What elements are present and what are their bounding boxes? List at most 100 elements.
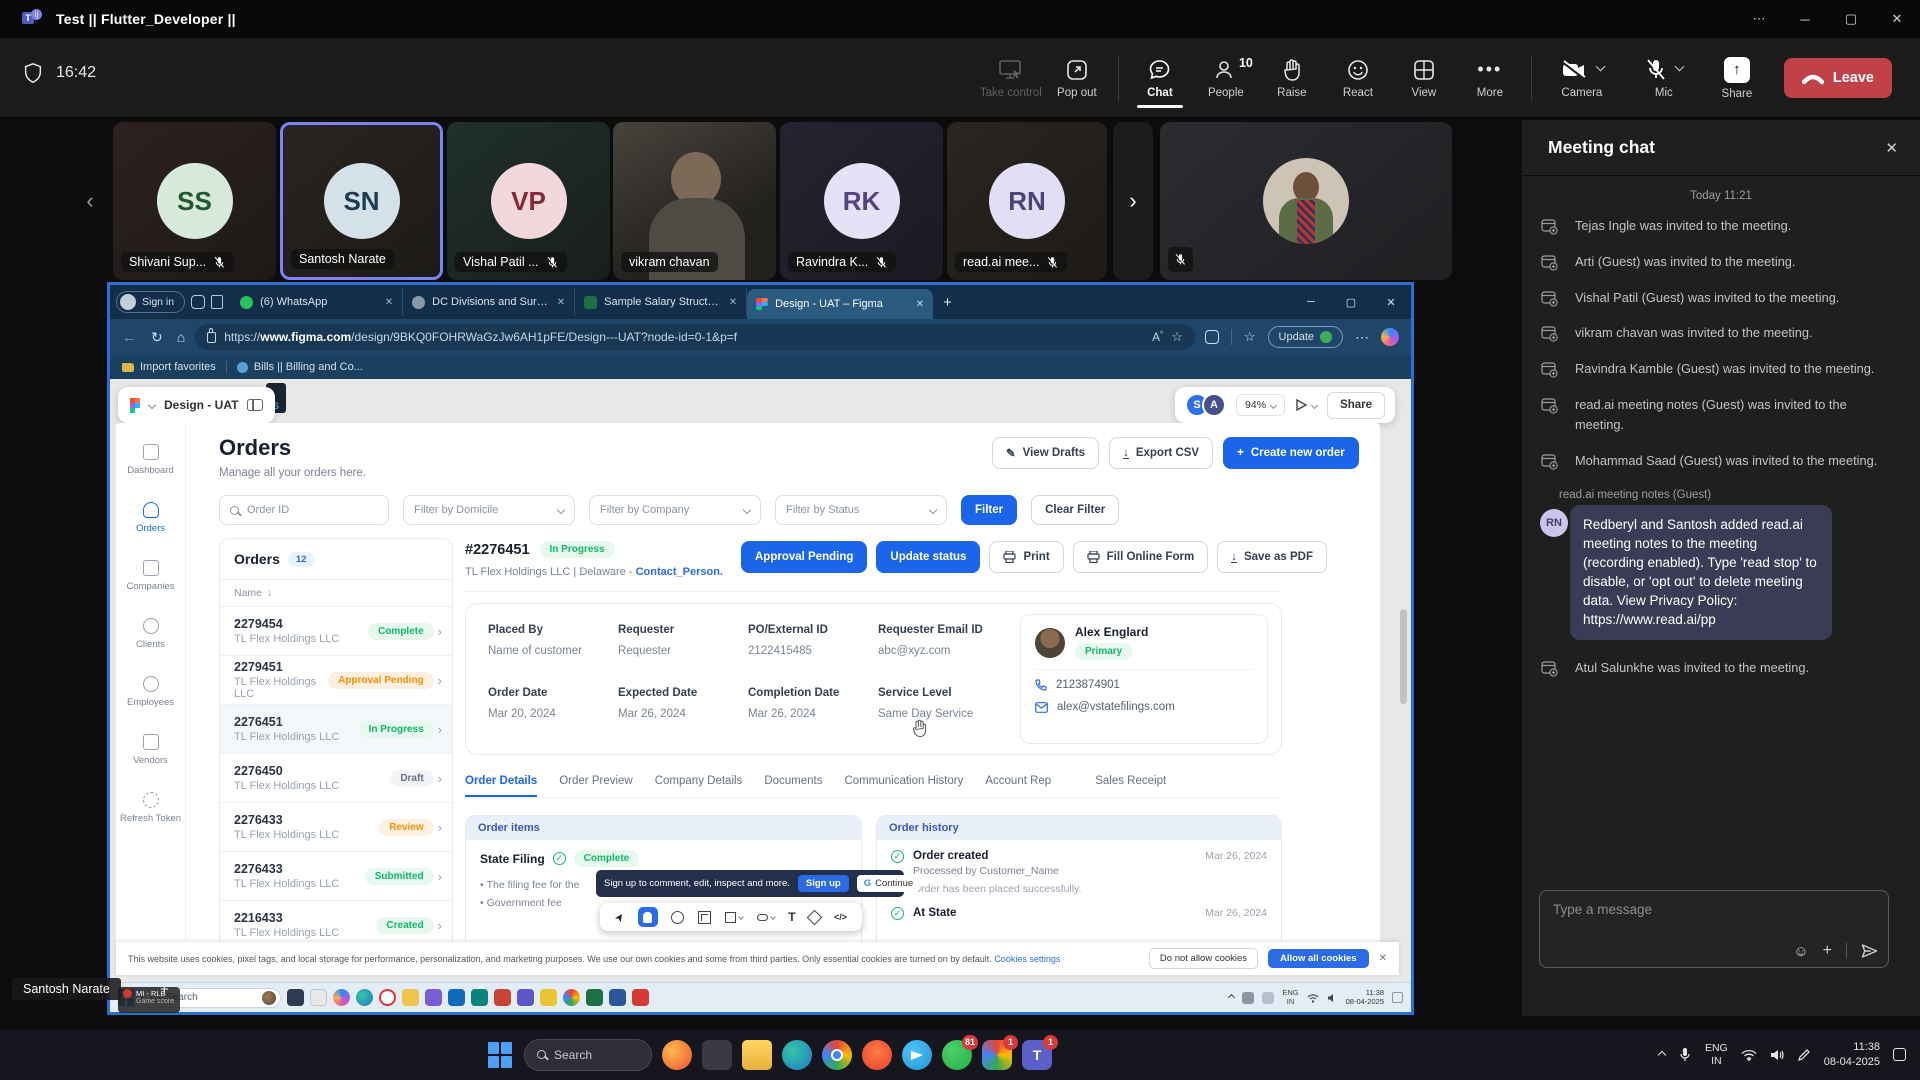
whatsapp-icon[interactable]: 81 bbox=[942, 1040, 972, 1070]
order-row[interactable]: 2276450TL Flex Holdings LLC Draft › bbox=[220, 753, 452, 802]
spotlight-tile[interactable] bbox=[1160, 122, 1452, 280]
tab-order-details[interactable]: Order Details bbox=[465, 775, 537, 797]
shared-chrome-icon[interactable] bbox=[563, 989, 580, 1006]
notification-center-icon[interactable] bbox=[1893, 1048, 1906, 1061]
tab-order-preview[interactable]: Order Preview bbox=[559, 775, 633, 797]
shared-defender-icon[interactable] bbox=[494, 989, 511, 1006]
vertical-tabs-icon[interactable] bbox=[211, 295, 223, 309]
order-row[interactable]: 2276433TL Flex Holdings LLC Review › bbox=[220, 802, 452, 851]
collections-icon[interactable]: ☆ bbox=[1244, 329, 1256, 345]
browser-restore-icon[interactable]: ▢ bbox=[1331, 296, 1371, 309]
shared-app-icon[interactable] bbox=[287, 989, 304, 1006]
address-bar[interactable]: https://www.figma.com/design/9BKQ0FOHRWa… bbox=[195, 324, 1195, 350]
figma-file-name[interactable]: Design - UAT bbox=[164, 398, 238, 412]
close-icon[interactable]: ✕ bbox=[1874, 0, 1920, 38]
browser-close-icon[interactable]: ✕ bbox=[1371, 296, 1411, 309]
collaborator-avatar[interactable]: A bbox=[1202, 393, 1226, 417]
tab-sales-receipt[interactable]: Sales Receipt bbox=[1095, 775, 1166, 797]
copilot-icon[interactable] bbox=[1381, 328, 1399, 346]
game-score-overlay[interactable]: MI - RLB Game score bbox=[118, 987, 180, 1013]
sidebar-item-refresh-token[interactable]: Refresh Token bbox=[116, 779, 185, 837]
deny-cookies-button[interactable]: Do not allow cookies bbox=[1149, 948, 1258, 969]
contact-email[interactable]: alex@vstatefilings.com bbox=[1035, 701, 1253, 713]
order-row[interactable]: 2279454TL Flex Holdings LLC Complete › bbox=[220, 606, 452, 655]
filter-domicile-select[interactable]: Filter by Domicile bbox=[403, 495, 575, 525]
shared-copilot-icon[interactable] bbox=[333, 989, 350, 1006]
hand-tool-active-icon[interactable] bbox=[638, 907, 658, 927]
figma-menu-chevron-icon[interactable] bbox=[148, 401, 156, 409]
browser-menu-icon[interactable]: ⋯ bbox=[1355, 329, 1369, 346]
camera-options-chevron-icon[interactable] bbox=[1595, 62, 1605, 72]
canvas-scrollbar[interactable] bbox=[1400, 609, 1407, 704]
file-explorer-icon[interactable] bbox=[742, 1040, 772, 1070]
react-button[interactable]: React bbox=[1325, 58, 1391, 99]
taskbar-search-box[interactable]: Search bbox=[524, 1039, 652, 1071]
new-tab-icon[interactable]: + bbox=[943, 294, 952, 311]
participant-tile-video[interactable]: vikram chavan bbox=[613, 122, 776, 280]
home-icon[interactable]: ⌂ bbox=[177, 329, 185, 345]
attach-plus-icon[interactable]: + bbox=[1823, 942, 1832, 960]
sidebar-item-employees[interactable]: Employees bbox=[116, 663, 185, 721]
print-button[interactable]: Print bbox=[989, 541, 1063, 573]
shape-tool-icon[interactable] bbox=[725, 912, 743, 923]
strip-scroll-right-button[interactable]: › bbox=[1113, 122, 1153, 280]
chrome-icon[interactable] bbox=[822, 1040, 852, 1070]
filter-apply-button[interactable]: Filter bbox=[961, 495, 1017, 525]
region-tool-icon[interactable] bbox=[698, 911, 711, 924]
emoji-icon[interactable]: ☺ bbox=[1793, 943, 1808, 960]
shared-app-icon[interactable] bbox=[517, 989, 534, 1006]
shared-acrobat-icon[interactable] bbox=[632, 989, 649, 1006]
titlebar-more-icon[interactable]: ⋯ bbox=[1736, 0, 1782, 38]
pop-out-button[interactable]: Pop out bbox=[1044, 58, 1110, 99]
clear-filter-button[interactable]: Clear Filter bbox=[1031, 495, 1119, 525]
minimize-icon[interactable]: ─ bbox=[1782, 0, 1828, 38]
browser-minimize-icon[interactable]: ─ bbox=[1291, 296, 1331, 309]
mic-button[interactable]: Mic bbox=[1624, 58, 1704, 99]
filter-company-select[interactable]: Filter by Company bbox=[589, 495, 761, 525]
shared-edge-icon[interactable] bbox=[356, 989, 373, 1006]
shared-opera-icon[interactable] bbox=[379, 989, 396, 1006]
participant-tile[interactable]: SS Shivani Sup... bbox=[113, 122, 276, 280]
browser-tab[interactable]: (6) WhatsApp✕ bbox=[231, 288, 403, 316]
create-new-order-button[interactable]: +Create new order bbox=[1223, 437, 1359, 469]
edge-icon[interactable] bbox=[782, 1040, 812, 1070]
order-id-search-input[interactable]: Order ID bbox=[219, 495, 389, 525]
participant-tile[interactable]: RK Ravindra K... bbox=[780, 122, 943, 280]
workspaces-icon[interactable] bbox=[191, 295, 205, 309]
task-view-icon[interactable] bbox=[702, 1040, 732, 1070]
shared-outlook-icon[interactable] bbox=[448, 989, 465, 1006]
shared-word-icon[interactable] bbox=[609, 989, 626, 1006]
link-tool-icon[interactable] bbox=[757, 914, 775, 921]
refresh-icon[interactable]: ↻ bbox=[151, 329, 163, 346]
read-aloud-icon[interactable]: A^ bbox=[1152, 331, 1163, 344]
import-favorites-button[interactable]: Import favorites bbox=[122, 361, 216, 373]
order-row[interactable]: 2276433TL Flex Holdings LLC Submitted › bbox=[220, 851, 452, 900]
shared-app-icon[interactable] bbox=[471, 989, 488, 1006]
firefox-icon[interactable] bbox=[662, 1040, 692, 1070]
more-button[interactable]: ••• More bbox=[1457, 58, 1523, 99]
move-tool-icon[interactable]: ➤ bbox=[611, 909, 627, 924]
favorite-star-icon[interactable]: ☆ bbox=[1171, 329, 1183, 345]
figma-share-button[interactable]: Share bbox=[1327, 392, 1385, 419]
strip-scroll-left-button[interactable]: ‹ bbox=[76, 122, 104, 280]
brave-icon[interactable] bbox=[862, 1040, 892, 1070]
browser-tab-active[interactable]: Design - UAT – Figma✕ bbox=[747, 289, 933, 319]
leave-button[interactable]: Leave bbox=[1784, 58, 1892, 98]
layout-icon[interactable] bbox=[247, 399, 263, 411]
back-icon[interactable]: ← bbox=[122, 329, 137, 346]
start-button[interactable] bbox=[488, 1042, 514, 1068]
shared-app-icon[interactable] bbox=[425, 989, 442, 1006]
update-status-button[interactable]: Update status bbox=[876, 541, 980, 573]
people-button[interactable]: 10 People bbox=[1193, 58, 1259, 99]
contact-person-link[interactable]: Contact_Person. bbox=[636, 566, 723, 578]
export-csv-button[interactable]: ↓Export CSV bbox=[1109, 437, 1213, 469]
participant-tile-active-speaker[interactable]: SN Santosh Narate bbox=[280, 122, 443, 280]
browser-profile-button[interactable]: Sign in bbox=[116, 291, 185, 313]
share-button[interactable]: ↑ Share bbox=[1704, 57, 1770, 100]
tab-close-icon[interactable]: ✕ bbox=[385, 297, 393, 308]
shared-tray-chevron-icon[interactable] bbox=[1228, 994, 1235, 1001]
sidebar-item-dashboard[interactable]: Dashboard bbox=[116, 431, 185, 489]
signup-button[interactable]: Sign up bbox=[798, 875, 849, 892]
browser-tab[interactable]: DC Divisions and Surroundings✕ bbox=[403, 288, 575, 316]
cookies-settings-link[interactable]: Cookies settings bbox=[994, 954, 1060, 964]
